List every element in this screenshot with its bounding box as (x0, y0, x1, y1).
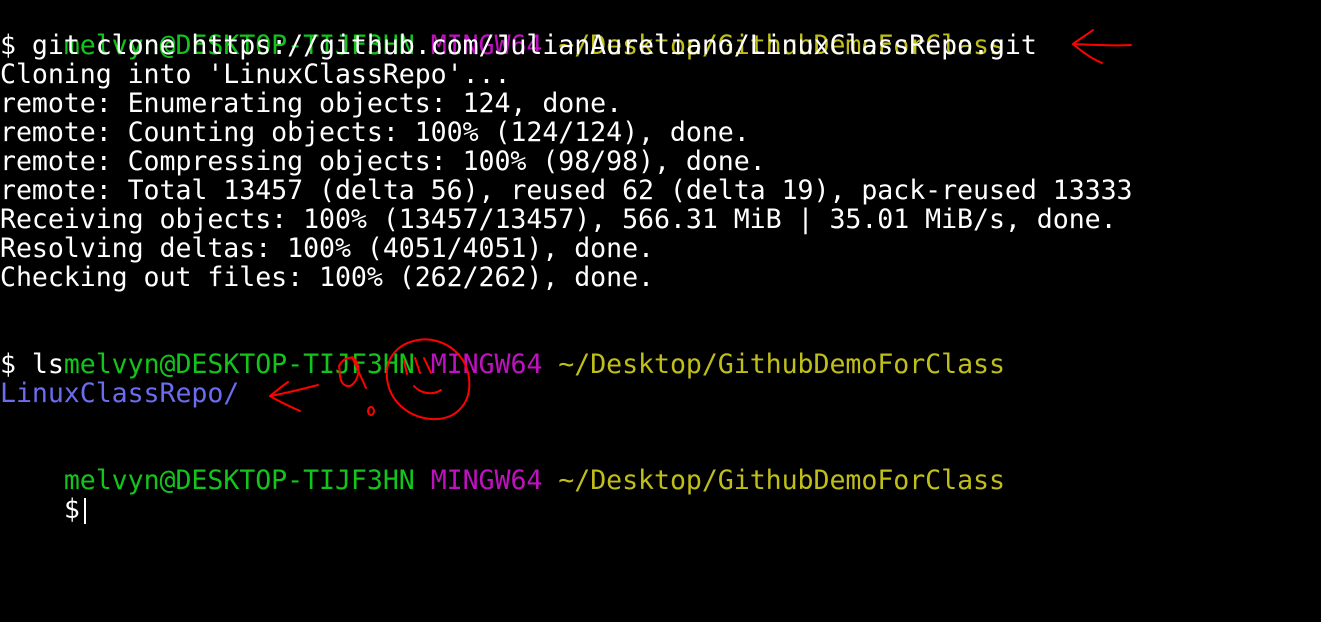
output-line: remote: Enumerating objects: 124, done. (0, 88, 623, 119)
prompt-path: ~/Desktop/GithubDemoForClass (558, 465, 1005, 496)
active-prompt-line[interactable]: $ (0, 466, 86, 524)
text-cursor (83, 497, 86, 524)
command-git-clone: $ git clone https://github.com/JulianAur… (0, 30, 1037, 61)
output-line: Receiving objects: 100% (13457/13457), 5… (0, 204, 1117, 235)
command-ls: $ ls (0, 349, 64, 380)
output-line: remote: Counting objects: 100% (124/124)… (0, 117, 750, 148)
prompt-user: melvyn@DESKTOP-TIJF3HN (63, 465, 415, 496)
prompt-host: MINGW64 (430, 349, 543, 380)
prompt-line: melvyn@DESKTOP-TIJF3HN MINGW64 ~/Desktop… (0, 321, 1005, 379)
output-line: remote: Compressing objects: 100% (98/98… (0, 146, 766, 177)
terminal-window[interactable]: melvyn@DESKTOP-TIJF3HN MINGW64 ~/Desktop… (0, 0, 1321, 622)
prompt-host: MINGW64 (430, 465, 543, 496)
prompt-symbol: $ (63, 494, 80, 525)
output-line: Cloning into 'LinuxClassRepo'... (0, 59, 511, 90)
output-line: Checking out files: 100% (262/262), done… (0, 262, 654, 293)
output-line: Resolving deltas: 100% (4051/4051), done… (0, 233, 654, 264)
prompt-line: melvyn@DESKTOP-TIJF3HN MINGW64 ~/Desktop… (0, 2, 1005, 60)
prompt-user: melvyn@DESKTOP-TIJF3HN (63, 349, 415, 380)
directory-entry: LinuxClassRepo/ (0, 378, 240, 409)
prompt-line: melvyn@DESKTOP-TIJF3HN MINGW64 ~/Desktop… (0, 437, 1005, 495)
prompt-path: ~/Desktop/GithubDemoForClass (558, 349, 1005, 380)
output-line: remote: Total 13457 (delta 56), reused 6… (0, 175, 1133, 206)
